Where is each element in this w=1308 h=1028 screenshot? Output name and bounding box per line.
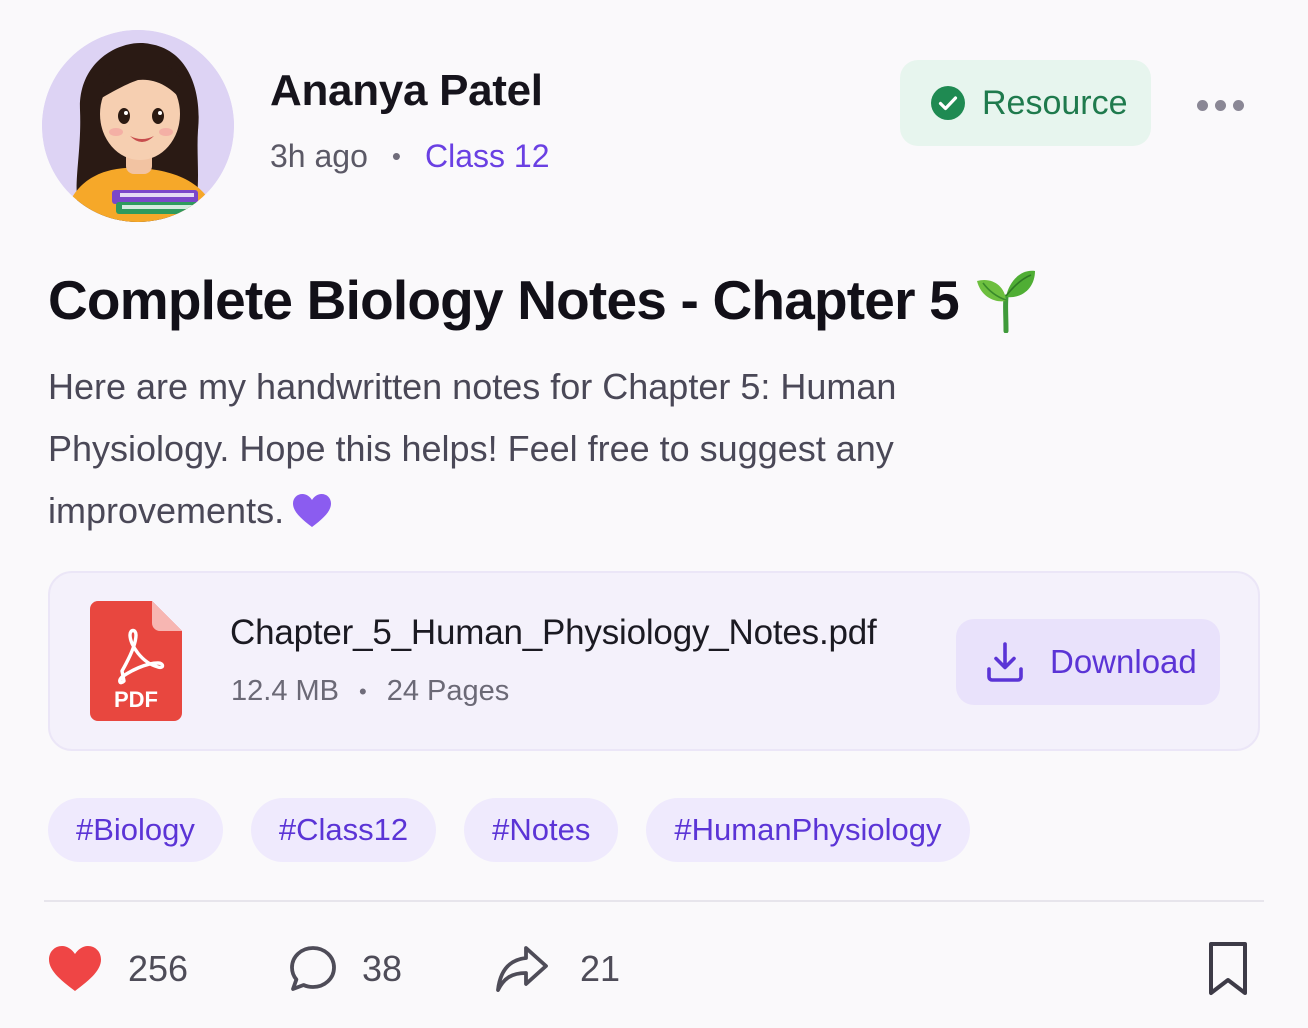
- post-body-line: Here are my handwritten notes for Chapte…: [48, 366, 897, 407]
- post-body-line: improvements.: [48, 490, 285, 531]
- separator-dot: •: [391, 140, 401, 171]
- comment-count: 38: [362, 948, 403, 989]
- download-button[interactable]: Download: [956, 619, 1220, 705]
- check-circle-icon: [931, 86, 965, 120]
- post-meta: 3h ago • Class 12: [270, 136, 549, 176]
- share-count: 21: [580, 948, 621, 989]
- post-time: 3h ago: [270, 137, 368, 174]
- comment-button[interactable]: 38: [288, 940, 402, 998]
- pdf-file-icon: PDF: [90, 601, 182, 721]
- heart-icon: [49, 946, 101, 991]
- avatar-illustration: [42, 30, 234, 222]
- more-dot: [1214, 99, 1226, 111]
- more-options-button[interactable]: [1188, 88, 1252, 122]
- post-body: Here are my handwritten notes for Chapte…: [48, 356, 988, 542]
- comment-icon: [290, 946, 336, 991]
- sprout-icon: [976, 270, 1035, 333]
- download-icon: [987, 642, 1023, 682]
- download-label: Download: [1050, 643, 1197, 680]
- pdf-label: PDF: [114, 687, 158, 712]
- post-body-line: Physiology. Hope this helps! Feel free t…: [48, 428, 894, 469]
- tag-chip[interactable]: #Notes: [464, 798, 619, 862]
- class-link[interactable]: Class 12: [425, 138, 550, 175]
- divider: [44, 900, 1264, 902]
- tag-chip[interactable]: #HumanPhysiology: [646, 798, 970, 862]
- more-dot: [1196, 99, 1208, 111]
- file-name[interactable]: Chapter_5_Human_Physiology_Notes.pdf: [230, 613, 877, 653]
- badge-label: Resource: [982, 83, 1128, 122]
- resource-post-card: Ananya Patel 3h ago • Class 12 Resource …: [0, 0, 1308, 1028]
- tag-chip[interactable]: #Biology: [48, 798, 223, 862]
- separator-dot: •: [359, 678, 367, 704]
- tag-chip[interactable]: #Class12: [250, 798, 437, 862]
- share-icon: [496, 946, 548, 992]
- author-name[interactable]: Ananya Patel: [270, 66, 543, 116]
- file-attachment[interactable]: PDF Chapter_5_Human_Physiology_Notes.pdf…: [48, 571, 1260, 751]
- bookmark-icon: [1209, 942, 1247, 995]
- more-dot: [1232, 99, 1244, 111]
- file-meta: 12.4 MB • 24 Pages: [231, 675, 509, 708]
- share-button[interactable]: 21: [494, 940, 620, 998]
- file-size: 12.4 MB: [231, 675, 339, 707]
- resource-badge: Resource: [900, 60, 1151, 146]
- post-body-last-line: improvements.: [48, 480, 988, 542]
- author-avatar[interactable]: [42, 30, 234, 222]
- post-title: Complete Biology Notes - Chapter 5: [48, 262, 1037, 338]
- bookmark-button[interactable]: [1204, 940, 1252, 998]
- file-pages: 24 Pages: [386, 675, 510, 707]
- like-count: 256: [128, 948, 189, 989]
- tag-list: #Biology #Class12 #Notes #HumanPhysiolog…: [48, 798, 970, 862]
- like-button[interactable]: 256: [48, 940, 188, 998]
- post-title-text: Complete Biology Notes - Chapter 5: [48, 269, 960, 331]
- purple-heart-icon: [293, 494, 332, 527]
